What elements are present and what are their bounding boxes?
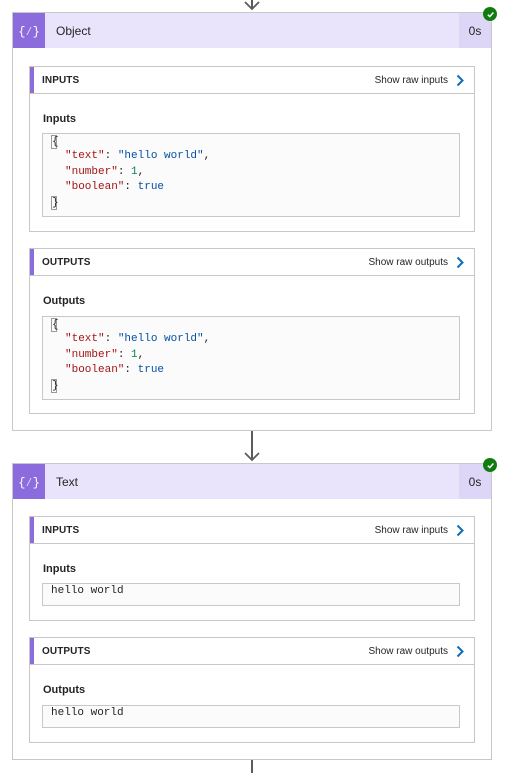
inputs-json-box[interactable]: { "text": "hello world", "number": 1, "b… (42, 133, 460, 217)
show-raw-inputs-link[interactable]: Show raw inputs (375, 74, 474, 87)
show-raw-inputs-label: Show raw inputs (374, 74, 448, 86)
action-title: Object (56, 23, 91, 38)
outputs-header-label: OUTPUTS (42, 645, 91, 657)
outputs-value: hello world (51, 707, 124, 719)
inputs-header: INPUTS Show raw inputs (30, 517, 474, 544)
flow-connector-bottom (251, 760, 253, 773)
json-line: "text": "hello world", (65, 150, 211, 162)
inputs-value-box[interactable]: hello world (42, 583, 460, 606)
show-raw-outputs-label: Show raw outputs (368, 256, 449, 268)
curly-braces-icon: {⁄} (13, 464, 45, 499)
check-circle-icon (483, 458, 497, 472)
json-line: "boolean": true (65, 364, 165, 376)
outputs-label: Outputs (43, 295, 86, 307)
inputs-label: Inputs (43, 563, 76, 575)
json-close-brace: } (51, 378, 59, 393)
inputs-section: INPUTS Show raw inputs Inputs { "text": … (29, 66, 475, 232)
outputs-section: OUTPUTS Show raw outputs Outputs hello w… (29, 637, 475, 743)
action-card-text[interactable]: {⁄} Text 0s INPUTS Show raw inputs Input… (12, 458, 497, 760)
json-line: "boolean": true (65, 181, 165, 193)
show-raw-outputs-label: Show raw outputs (368, 645, 449, 657)
action-header[interactable]: {⁄} Object 0s (13, 7, 497, 48)
chevron-right-icon (456, 256, 464, 268)
svg-text:{⁄}: {⁄} (19, 25, 39, 39)
inputs-header-label: INPUTS (42, 74, 80, 86)
check-circle-icon (483, 7, 497, 21)
action-card-object[interactable]: {⁄} Object 0s INPUTS Show raw inputs Inp… (12, 7, 497, 431)
show-raw-inputs-link[interactable]: Show raw inputs (375, 524, 474, 537)
inputs-header: INPUTS Show raw inputs (30, 67, 474, 94)
json-line: "number": 1, (65, 165, 145, 178)
outputs-label: Outputs (43, 684, 86, 696)
show-raw-outputs-link[interactable]: Show raw outputs (369, 645, 475, 658)
outputs-json-box[interactable]: { "text": "hello world", "number": 1, "b… (42, 316, 460, 400)
inputs-value: hello world (51, 585, 124, 597)
json-open-brace: { (51, 318, 59, 332)
json-open-brace: { (51, 135, 59, 149)
outputs-header-label: OUTPUTS (42, 256, 91, 268)
chevron-right-icon (456, 524, 464, 536)
inputs-header-label: INPUTS (42, 524, 80, 536)
outputs-section: OUTPUTS Show raw outputs Outputs { "text… (29, 248, 475, 414)
outputs-header: OUTPUTS Show raw outputs (30, 249, 474, 276)
json-line: "text": "hello world", (65, 333, 211, 345)
chevron-right-icon (456, 645, 464, 657)
show-raw-outputs-link[interactable]: Show raw outputs (369, 256, 475, 269)
outputs-value-box[interactable]: hello world (42, 705, 460, 728)
arrow-down-icon (244, 452, 260, 462)
json-close-brace: } (51, 195, 59, 210)
arrow-down-icon (244, 1, 260, 11)
json-line: "number": 1, (65, 348, 145, 361)
action-title: Text (56, 474, 79, 489)
curly-braces-icon: {⁄} (13, 13, 45, 48)
chevron-right-icon (456, 74, 464, 86)
outputs-header: OUTPUTS Show raw outputs (30, 638, 474, 665)
inputs-label: Inputs (43, 113, 76, 125)
show-raw-inputs-label: Show raw inputs (374, 524, 448, 536)
action-header[interactable]: {⁄} Text 0s (13, 458, 497, 499)
svg-text:{⁄}: {⁄} (19, 476, 39, 490)
inputs-section: INPUTS Show raw inputs Inputs hello worl… (29, 516, 475, 621)
